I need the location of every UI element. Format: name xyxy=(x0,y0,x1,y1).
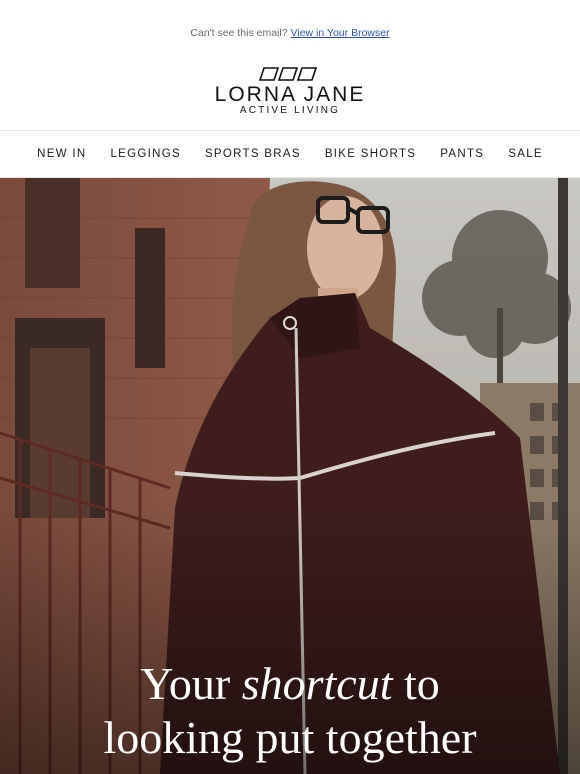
email-header: Can't see this email? View in Your Brows… xyxy=(0,0,580,178)
nav-item-pants[interactable]: PANTS xyxy=(428,148,496,160)
nav-item-new-in[interactable]: NEW IN xyxy=(25,148,98,160)
brand-name: LORNA JANE xyxy=(214,83,366,106)
hero-headline-line1: Your shortcut to xyxy=(0,658,580,710)
preheader-text: Can't see this email? xyxy=(190,27,288,39)
preheader: Can't see this email? View in Your Brows… xyxy=(0,0,580,66)
nav-item-sale[interactable]: SALE xyxy=(496,148,555,160)
view-in-browser-link[interactable]: View in Your Browser xyxy=(291,27,390,39)
headline-suffix: to xyxy=(403,658,440,709)
main-nav: NEW IN LEGGINGS SPORTS BRAS BIKE SHORTS … xyxy=(0,130,580,178)
nav-item-bike-shorts[interactable]: BIKE SHORTS xyxy=(313,148,428,160)
headline-prefix: Your xyxy=(140,658,231,709)
hero-banner[interactable]: Your shortcut to looking put together xyxy=(0,178,580,774)
lorna-jane-parallelograms-icon xyxy=(259,67,318,81)
nav-item-sports-bras[interactable]: SPORTS BRAS xyxy=(193,148,313,160)
brand-tagline: ACTIVE LIVING xyxy=(239,105,341,116)
hero-headline-line2: looking put together xyxy=(103,712,477,763)
brand-logo[interactable]: LORNA JANE ACTIVE LIVING xyxy=(0,66,580,130)
headline-emphasis: shortcut xyxy=(241,658,393,709)
nav-item-leggings[interactable]: LEGGINGS xyxy=(98,148,192,160)
